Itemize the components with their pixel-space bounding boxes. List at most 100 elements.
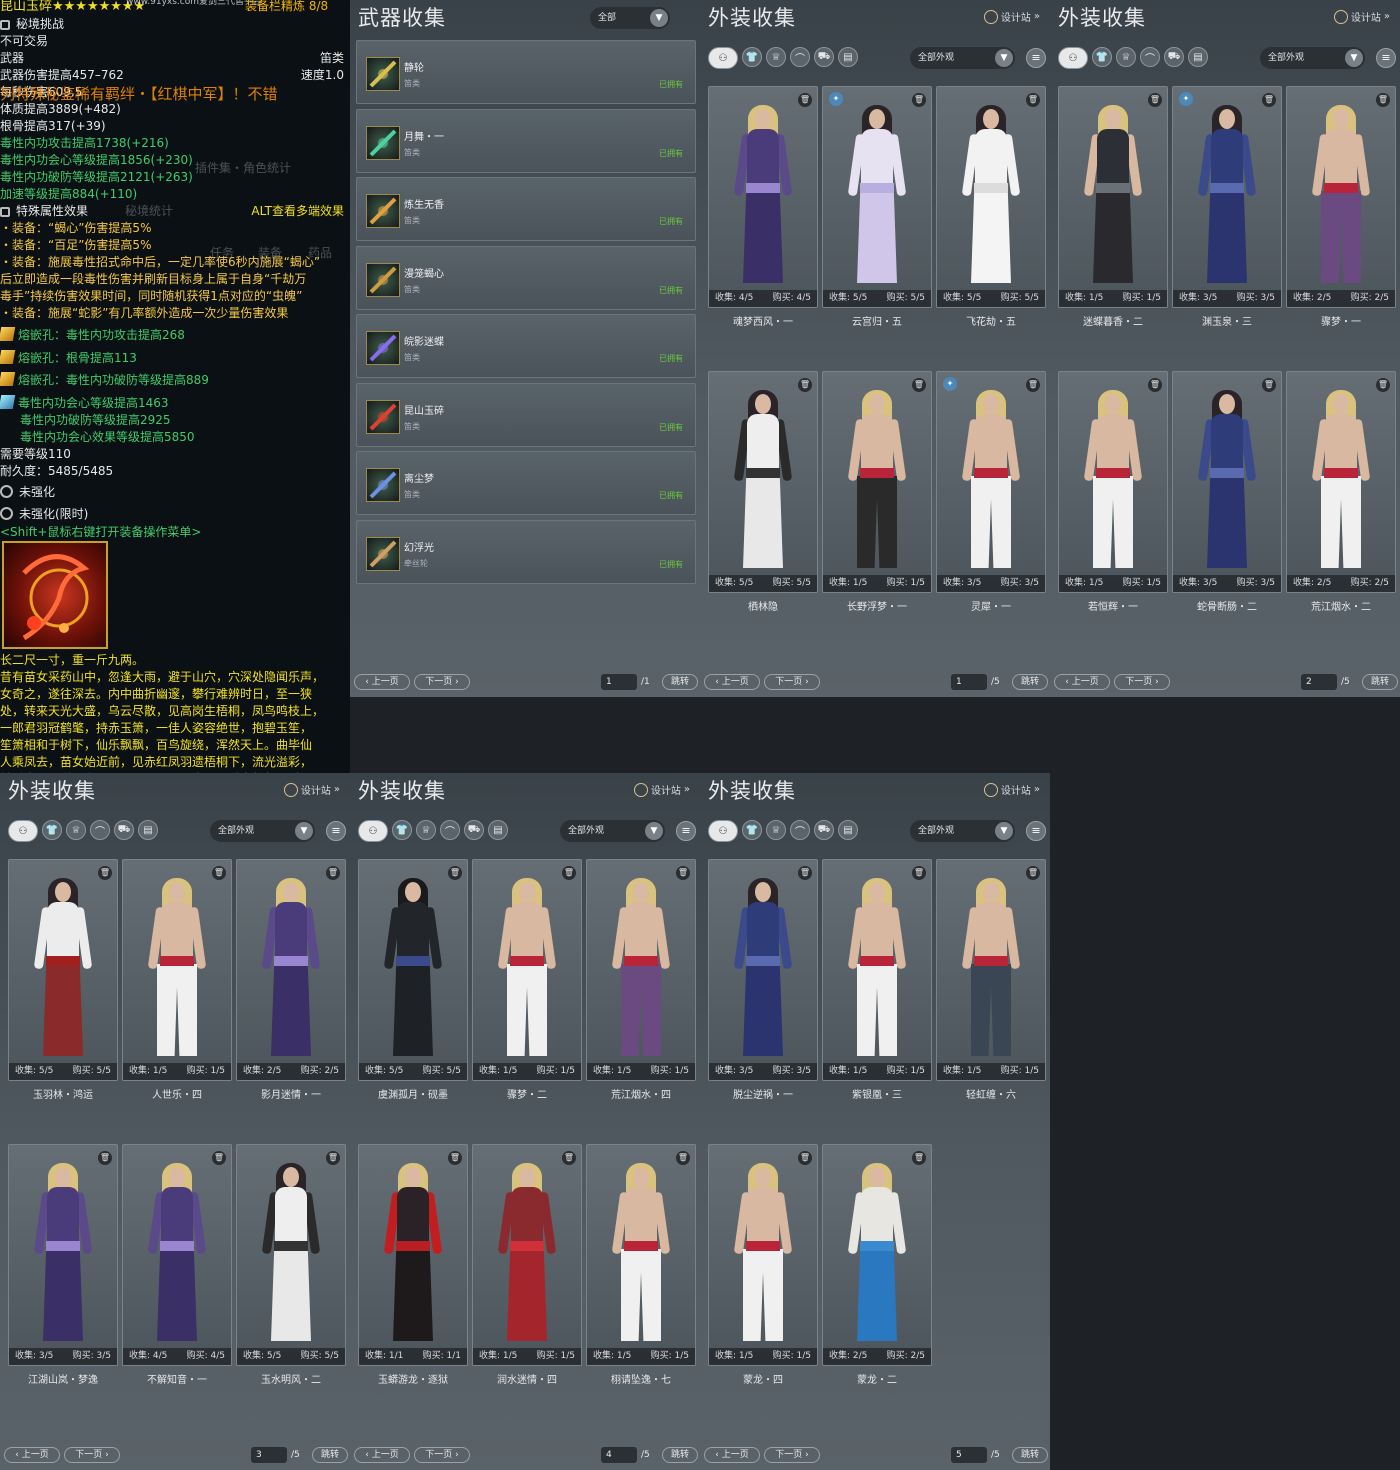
outfit-card[interactable]: 🗑 收集: 2/5 购买: 2/5 骤梦・一 — [1286, 86, 1396, 342]
outfit-card[interactable]: 🗑 收集: 1/5 购买: 1/5 骤梦・二 — [472, 859, 582, 1115]
outfit-preview[interactable]: 🗑 收集: 1/5 购买: 1/5 — [708, 1144, 818, 1366]
trash-icon[interactable]: 🗑 — [562, 866, 576, 880]
outfit-card[interactable]: 🗑 收集: 1/5 购买: 1/5 轻虹缠・六 — [936, 859, 1046, 1115]
hair-category-icon[interactable]: ♕ — [766, 820, 786, 840]
outfit-preview[interactable]: 🗑 收集: 2/5 购买: 2/5 — [1286, 371, 1396, 593]
outfit-preview[interactable]: 🗑 收集: 2/5 购买: 2/5 — [236, 859, 346, 1081]
trash-icon[interactable]: 🗑 — [448, 866, 462, 880]
outfit-preview[interactable]: 🗑 收集: 1/5 购买: 1/5 — [586, 1144, 696, 1366]
outfit-preview[interactable]: ✦ 🗑 收集: 3/5 购买: 3/5 — [1172, 86, 1282, 308]
appearance-filter-dropdown[interactable]: 全部外观 ▼ — [210, 820, 315, 842]
outfit-card[interactable]: ✦ 🗑 收集: 5/5 购买: 5/5 云宫归・五 — [822, 86, 932, 342]
trash-icon[interactable]: 🗑 — [798, 866, 812, 880]
outfit-card[interactable]: 🗑 收集: 4/5 购买: 4/5 不解知音・一 — [122, 1144, 232, 1400]
designer-link[interactable]: 设计站» — [283, 782, 340, 797]
appearance-filter-dropdown[interactable]: 全部外观 ▼ — [1260, 47, 1365, 69]
jump-button[interactable]: 跳转 — [1012, 1447, 1048, 1463]
outfit-card[interactable]: 🗑 收集: 2/5 购买: 2/5 蒙龙・二 — [822, 1144, 932, 1400]
outfit-card[interactable]: 🗑 收集: 1/5 购买: 1/5 长野浮梦・一 — [822, 371, 932, 627]
outfit-card[interactable]: 🗑 收集: 3/5 购买: 3/5 蛇骨断肠・二 — [1172, 371, 1282, 627]
outfit-preview[interactable]: 🗑 收集: 5/5 购买: 5/5 — [236, 1144, 346, 1366]
mount-category-icon[interactable]: ⛟ — [814, 47, 834, 67]
outfit-preview[interactable]: 🗑 收集: 1/5 购买: 1/5 — [822, 371, 932, 593]
weapon-item[interactable]: 静轮 笛类 已拥有 — [356, 40, 696, 104]
hair-category-icon[interactable]: ♕ — [1116, 47, 1136, 67]
trash-icon[interactable]: 🗑 — [798, 1151, 812, 1165]
all-category-icon[interactable]: ⚇ — [358, 820, 388, 842]
outfit-card[interactable]: 🗑 收集: 5/5 购买: 5/5 玉羽林・鸿运 — [8, 859, 118, 1115]
trash-icon[interactable]: 🗑 — [562, 1151, 576, 1165]
trash-icon[interactable]: 🗑 — [212, 866, 226, 880]
outfit-preview[interactable]: ✦ 🗑 收集: 3/5 购买: 3/5 — [936, 371, 1046, 593]
outfit-preview[interactable]: 🗑 收集: 5/5 购买: 5/5 — [8, 859, 118, 1081]
page-input[interactable]: 1 — [951, 674, 987, 690]
outfit-preview[interactable]: 🗑 收集: 5/5 购买: 5/5 — [936, 86, 1046, 308]
outfit-preview[interactable]: 🗑 收集: 1/5 购买: 1/5 — [1058, 371, 1168, 593]
scroll-category-icon[interactable]: ▤ — [138, 820, 158, 840]
filter-icon[interactable]: ≡ — [1376, 48, 1396, 68]
prev-page-button[interactable]: ‹ 上一页 — [1054, 674, 1110, 690]
cape-category-icon[interactable]: ⌒ — [90, 820, 110, 840]
outfit-card[interactable]: 🗑 收集: 5/5 购买: 5/5 玉水明风・二 — [236, 1144, 346, 1400]
next-page-button[interactable]: 下一页 › — [1114, 674, 1170, 690]
all-category-icon[interactable]: ⚇ — [708, 820, 738, 842]
trash-icon[interactable]: 🗑 — [1376, 93, 1390, 107]
next-page-button[interactable]: 下一页 › — [764, 1447, 820, 1463]
weapon-item[interactable]: 月舞・一 笛类 已拥有 — [356, 108, 696, 173]
weapon-item[interactable]: 漫笼蝎心 笛类 已拥有 — [356, 245, 696, 310]
designer-link[interactable]: 设计站» — [633, 782, 690, 797]
mount-category-icon[interactable]: ⛟ — [464, 820, 484, 840]
weapon-item[interactable]: 离尘梦 笛类 已拥有 — [356, 451, 696, 515]
prev-page-button[interactable]: ‹ 上一页 — [704, 674, 760, 690]
weapon-item[interactable]: 昆山玉碎 笛类 已拥有 — [356, 382, 696, 447]
all-category-icon[interactable]: ⚇ — [708, 47, 738, 69]
outfit-category-icon[interactable]: 👕 — [42, 820, 62, 840]
mount-category-icon[interactable]: ⛟ — [1164, 47, 1184, 67]
designer-link[interactable]: 设计站» — [1333, 9, 1390, 24]
cape-category-icon[interactable]: ⌒ — [790, 820, 810, 840]
hair-category-icon[interactable]: ♕ — [766, 47, 786, 67]
next-page-button[interactable]: 下一页 › — [414, 674, 470, 690]
trash-icon[interactable]: 🗑 — [798, 93, 812, 107]
outfit-card[interactable]: 🗑 收集: 4/5 购买: 4/5 魂梦西风・一 — [708, 86, 818, 342]
jump-button[interactable]: 跳转 — [1362, 674, 1398, 690]
trash-icon[interactable]: 🗑 — [676, 866, 690, 880]
page-input[interactable]: 2 — [1301, 674, 1337, 690]
prev-page-button[interactable]: ‹ 上一页 — [354, 674, 410, 690]
hair-category-icon[interactable]: ♕ — [66, 820, 86, 840]
trash-icon[interactable]: 🗑 — [326, 1151, 340, 1165]
outfit-preview[interactable]: 🗑 收集: 5/5 购买: 5/5 — [708, 371, 818, 593]
outfit-card[interactable]: 🗑 收集: 1/5 购买: 1/5 蒙龙・四 — [708, 1144, 818, 1400]
appearance-filter-dropdown[interactable]: 全部外观 ▼ — [910, 820, 1015, 842]
outfit-card[interactable]: 🗑 收集: 1/5 购买: 1/5 荒江烟水・四 — [586, 859, 696, 1115]
outfit-preview[interactable]: 🗑 收集: 1/5 购买: 1/5 — [936, 859, 1046, 1081]
outfit-preview[interactable]: 🗑 收集: 1/5 购买: 1/5 — [472, 1144, 582, 1366]
jump-button[interactable]: 跳转 — [1012, 674, 1048, 690]
prev-page-button[interactable]: ‹ 上一页 — [4, 1447, 60, 1463]
trash-icon[interactable]: 🗑 — [1026, 866, 1040, 880]
next-page-button[interactable]: 下一页 › — [64, 1447, 120, 1463]
cape-category-icon[interactable]: ⌒ — [440, 820, 460, 840]
scroll-category-icon[interactable]: ▤ — [488, 820, 508, 840]
trash-icon[interactable]: 🗑 — [448, 1151, 462, 1165]
page-input[interactable]: 1 — [601, 674, 637, 690]
designer-link[interactable]: 设计站» — [983, 782, 1040, 797]
jump-button[interactable]: 跳转 — [662, 674, 698, 690]
outfit-category-icon[interactable]: 👕 — [742, 47, 762, 67]
outfit-card[interactable]: 🗑 收集: 1/5 购买: 1/5 紫银凰・三 — [822, 859, 932, 1115]
filter-icon[interactable]: ≡ — [326, 821, 346, 841]
trash-icon[interactable]: 🗑 — [1148, 93, 1162, 107]
cape-category-icon[interactable]: ⌒ — [790, 47, 810, 67]
outfit-category-icon[interactable]: 👕 — [1092, 47, 1112, 67]
cape-category-icon[interactable]: ⌒ — [1140, 47, 1160, 67]
outfit-preview[interactable]: 🗑 收集: 2/5 购买: 2/5 — [1286, 86, 1396, 308]
scroll-category-icon[interactable]: ▤ — [1188, 47, 1208, 67]
outfit-card[interactable]: ✦ 🗑 收集: 3/5 购买: 3/5 灵犀・一 — [936, 371, 1046, 627]
outfit-card[interactable]: ✦ 🗑 收集: 3/5 购买: 3/5 渊玉泉・三 — [1172, 86, 1282, 342]
trash-icon[interactable]: 🗑 — [212, 1151, 226, 1165]
trash-icon[interactable]: 🗑 — [1026, 378, 1040, 392]
trash-icon[interactable]: 🗑 — [1262, 378, 1276, 392]
next-page-button[interactable]: 下一页 › — [764, 674, 820, 690]
all-category-icon[interactable]: ⚇ — [8, 820, 38, 842]
next-page-button[interactable]: 下一页 › — [414, 1447, 470, 1463]
